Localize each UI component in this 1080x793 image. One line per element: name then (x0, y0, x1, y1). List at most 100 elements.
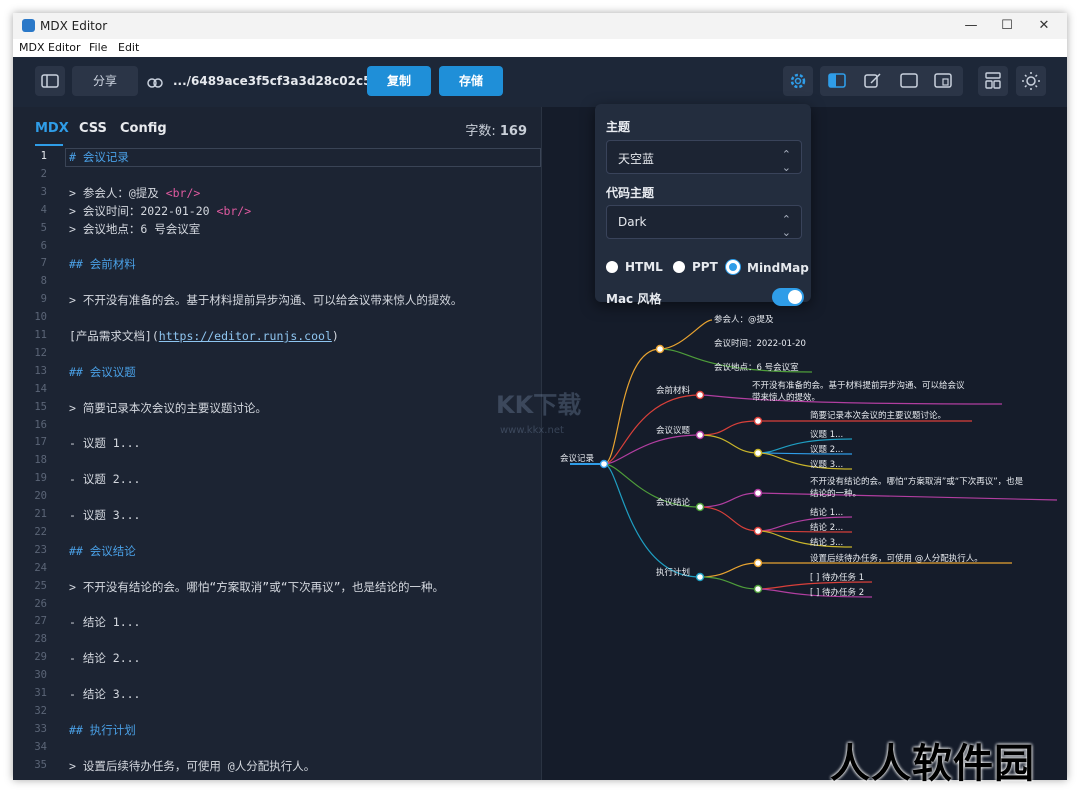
preview-view-icon[interactable] (898, 71, 920, 91)
settings-button[interactable] (783, 66, 813, 96)
menu-edit[interactable]: Edit (118, 41, 139, 54)
line-text: - 议题 1... (69, 436, 141, 451)
gear-icon (790, 73, 806, 89)
editor-line: 33 ## 执行计划 (13, 721, 541, 739)
mac-style-toggle[interactable] (772, 288, 804, 306)
line-number: 15 (34, 400, 47, 413)
sun-icon (1022, 72, 1040, 90)
mindmap-intro-1: 参会人：@提及 (714, 314, 774, 325)
editor-line: 19 - 议题 2... (13, 470, 541, 488)
editor-line: 14 (13, 381, 541, 399)
close-button[interactable]: ✕ (1031, 16, 1057, 36)
theme-select[interactable]: 天空蓝 ⌃ ⌄ (606, 140, 802, 174)
editor-line: 27 - 结论 1... (13, 613, 541, 631)
radio-ppt-dot (673, 261, 685, 273)
tab-css[interactable]: CSS (79, 121, 107, 136)
theme-label: 主题 (606, 120, 631, 134)
theme-select-value: 天空蓝 (618, 152, 655, 166)
mindmap-branch-topics: 会议议题 (656, 425, 691, 436)
line-text: - 议题 3... (69, 508, 141, 522)
editor-line: 13 ## 会议议题 (13, 363, 541, 381)
mode-radio-ppt[interactable]: PPT (673, 260, 718, 274)
radio-mindmap-label: MindMap (747, 261, 809, 275)
line-number: 23 (34, 543, 47, 556)
editor-line: 9 > 不开没有准备的会。基于材料提前异步沟通、可以给会议带来惊人的提效。 (13, 291, 541, 309)
line-number: 21 (34, 508, 47, 520)
theme-toggle-button[interactable] (1016, 66, 1046, 96)
maximize-button[interactable]: ☐ (994, 16, 1020, 36)
mindmap-conclusion-1: 结论 1... (810, 507, 843, 518)
toggle-knob (788, 290, 802, 304)
code-theme-label: 代码主题 (606, 186, 655, 200)
line-code: > 设置后续待办任务，可使用 @人分配执行人。 (69, 758, 315, 774)
menu-app[interactable]: MDX Editor (19, 41, 81, 54)
line-text: > 设置后续待办任务，可使用 @人分配执行人。 (69, 758, 316, 773)
editor-line: 10 (13, 309, 541, 327)
line-number: 26 (34, 597, 47, 610)
editor-line: 22 (13, 524, 541, 542)
mindmap-topics-summary: 简要记录本次会议的主要议题讨论。 (810, 410, 946, 421)
line-text: > 不开没有结论的会。哪怕“方案取消”或“下次再议”，也是结论的一种。 (69, 579, 445, 594)
editor-line: 18 (13, 452, 541, 470)
mode-radio-mindmap[interactable]: MindMap (726, 260, 809, 275)
editor-line: 28 (13, 631, 541, 649)
editor-line: 11 [产品需求文档](https://editor.runjs.cool) (13, 327, 541, 345)
editor-line: 20 (13, 488, 541, 506)
mindmap-branch-plan: 执行计划 (656, 567, 690, 578)
line-number: 35 (34, 758, 47, 771)
line-number: 33 (34, 722, 47, 735)
split-view-icon[interactable] (826, 71, 848, 91)
layout-icon (985, 72, 1001, 89)
line-code: ## 会议议题 (69, 364, 136, 380)
share-button[interactable]: 分享 (72, 66, 138, 96)
minimize-button[interactable]: — (958, 16, 984, 36)
line-number: 12 (34, 346, 47, 359)
line-code: # 会议记录 (69, 149, 129, 165)
line-number: 2 (40, 167, 47, 180)
copy-button[interactable]: 复制 (367, 66, 431, 96)
line-number: 17 (34, 436, 47, 449)
mindmap-conclusion-2: 结论 2... (810, 522, 843, 533)
chevron-updown-icon: ⌃ ⌄ (781, 148, 791, 174)
mindmap-root: 会议记录 (560, 453, 595, 464)
line-number: 24 (34, 561, 47, 574)
editor-panel: MDX CSS Config 字数: 169 1 # 会议记录 2 3 > 参会人：@提… (13, 107, 541, 780)
line-code: ## 会议结论 (69, 543, 136, 559)
code-theme-select-value: Dark (618, 215, 647, 229)
line-number: 11 (34, 329, 47, 341)
editor-line: 29 - 结论 2... (13, 649, 541, 667)
sidebar-toggle-button[interactable] (35, 66, 65, 96)
code-editor[interactable]: 1 # 会议记录 2 3 > 参会人：@提及 <br/> 4 > 会议时间：2022-01-… (13, 148, 541, 780)
edit-view-icon[interactable] (862, 71, 884, 91)
editor-line: 34 (13, 739, 541, 757)
save-button[interactable]: 存储 (439, 66, 503, 96)
radio-mindmap-dot (726, 260, 740, 274)
code-theme-select[interactable]: Dark ⌃ ⌄ (606, 205, 802, 239)
layout-button[interactable] (978, 66, 1008, 96)
tab-config[interactable]: Config (120, 121, 167, 136)
mindmap-task-1: [ ] 待办任务 1 (810, 572, 864, 583)
mindmap-conclusion-3: 结论 3... (810, 537, 843, 548)
mindmap-materials-text-2: 带来惊人的提效。 (752, 392, 820, 403)
sidebar-icon (41, 74, 59, 88)
view-mode-group (820, 66, 963, 96)
mac-style-label: Mac 风格 (606, 292, 662, 306)
radio-ppt-label: PPT (692, 260, 718, 274)
line-number: 9 (40, 293, 47, 306)
chevron-updown-icon: ⌃ ⌄ (781, 213, 791, 239)
line-link[interactable]: https://editor.runjs.cool (159, 329, 332, 343)
tab-mdx[interactable]: MDX (35, 121, 69, 136)
active-tab-indicator (35, 144, 63, 146)
line-number: 8 (40, 275, 47, 288)
preview-only-icon[interactable] (932, 71, 954, 91)
line-text: > 会议地点：6 号会议室 (69, 221, 201, 236)
line-number: 28 (34, 633, 47, 646)
window-title: MDX Editor (40, 19, 108, 33)
editor-line: 26 (13, 596, 541, 614)
line-code: - 结论 3... (69, 686, 140, 702)
line-number: 30 (34, 669, 47, 682)
line-code: > 不开没有结论的会。哪怕“方案取消”或“下次再议”，也是结论的一种。 (69, 579, 444, 595)
title-bar: MDX Editor — ☐ ✕ (13, 13, 1067, 39)
menu-file[interactable]: File (89, 41, 107, 54)
mode-radio-html[interactable]: HTML (606, 260, 663, 274)
